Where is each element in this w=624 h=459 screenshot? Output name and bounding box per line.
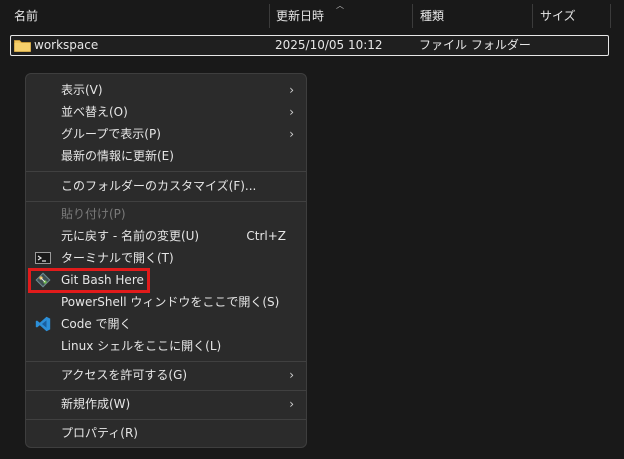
menu-item-label: PowerShell ウィンドウをここで開く(S): [61, 295, 280, 309]
folder-icon: [14, 40, 31, 52]
menu-item-label: 貼り付け(P): [61, 207, 126, 221]
column-separator[interactable]: [532, 4, 533, 28]
menu-item-label: アクセスを許可する(G): [61, 368, 188, 382]
menu-item-label: このフォルダーのカスタマイズ(F)...: [61, 179, 257, 193]
menu-divider: [26, 361, 306, 362]
menu-item-paste: 貼り付け(P): [26, 203, 306, 225]
menu-item-label: 並べ替え(O): [61, 105, 128, 119]
menu-item-powershell[interactable]: PowerShell ウィンドウをここで開く(S): [26, 291, 306, 313]
menu-item-sort[interactable]: 並べ替え(O) ›: [26, 101, 306, 123]
menu-item-shortcut: Ctrl+Z: [246, 229, 286, 243]
file-type: ファイル フォルダー: [419, 38, 531, 52]
menu-item-linux-shell[interactable]: Linux シェルをここに開く(L): [26, 335, 306, 357]
menu-item-label: グループで表示(P): [61, 127, 161, 141]
chevron-right-icon: ›: [289, 83, 294, 97]
chevron-right-icon: ›: [289, 397, 294, 411]
menu-item-properties[interactable]: プロパティ(R): [26, 422, 306, 444]
menu-divider: [26, 419, 306, 420]
menu-item-label: 元に戻す - 名前の変更(U): [61, 229, 200, 243]
menu-item-label: Code で開く: [61, 317, 132, 331]
column-header-type[interactable]: 種類: [414, 0, 532, 32]
menu-item-label: Linux シェルをここに開く(L): [61, 339, 222, 353]
menu-item-label: ターミナルで開く(T): [61, 251, 174, 265]
file-name: workspace: [34, 38, 99, 52]
chevron-right-icon: ›: [289, 127, 294, 141]
column-header-date[interactable]: 更新日時: [270, 0, 412, 32]
menu-item-open-in-code[interactable]: Code で開く: [26, 313, 306, 335]
file-date: 2025/10/05 10:12: [275, 38, 383, 52]
vscode-icon: [35, 316, 51, 332]
file-row-workspace[interactable]: workspace 2025/10/05 10:12 ファイル フォルダー: [10, 35, 609, 56]
column-header-name[interactable]: 名前: [8, 0, 270, 32]
chevron-right-icon: ›: [289, 105, 294, 119]
menu-item-customize[interactable]: このフォルダーのカスタマイズ(F)...: [26, 175, 306, 197]
menu-item-terminal[interactable]: ターミナルで開く(T): [26, 247, 306, 269]
menu-item-label: 新規作成(W): [61, 397, 131, 411]
terminal-icon: [35, 252, 51, 264]
column-separator[interactable]: [412, 4, 413, 28]
chevron-right-icon: ›: [289, 368, 294, 382]
column-header-row: 名前 ︿ 更新日時 種類 サイズ: [0, 0, 624, 32]
menu-item-label: 表示(V): [61, 83, 103, 97]
column-separator[interactable]: [610, 4, 611, 28]
menu-item-grant-access[interactable]: アクセスを許可する(G) ›: [26, 364, 306, 386]
context-menu: 表示(V) › 並べ替え(O) › グループで表示(P) › 最新の情報に更新(…: [25, 73, 307, 448]
menu-item-refresh[interactable]: 最新の情報に更新(E): [26, 145, 306, 167]
menu-item-undo[interactable]: 元に戻す - 名前の変更(U) Ctrl+Z: [26, 225, 306, 247]
column-header-size[interactable]: サイズ: [534, 0, 610, 32]
menu-item-label: 最新の情報に更新(E): [61, 149, 174, 163]
menu-divider: [26, 171, 306, 172]
menu-item-view[interactable]: 表示(V) ›: [26, 79, 306, 101]
menu-item-label: プロパティ(R): [61, 426, 138, 440]
menu-divider: [26, 390, 306, 391]
menu-item-new[interactable]: 新規作成(W) ›: [26, 393, 306, 415]
menu-divider: [26, 201, 306, 202]
highlight-annotation: [28, 268, 150, 293]
menu-item-group[interactable]: グループで表示(P) ›: [26, 123, 306, 145]
